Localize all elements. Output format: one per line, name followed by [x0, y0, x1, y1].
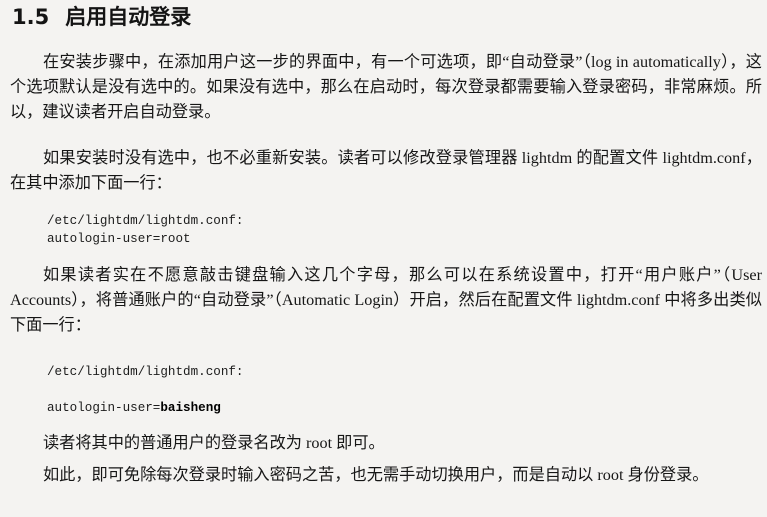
section-title: 启用自动登录 [65, 5, 192, 29]
code-block-user-path: /etc/lightdm/lightdm.conf: [47, 363, 244, 381]
code-block-root: /etc/lightdm/lightdm.conf: autologin-use… [47, 212, 244, 248]
book-page: 1.5 启用自动登录 在安装步骤中，在添加用户这一步的界面中，有一个可选项，即“… [0, 0, 767, 517]
paragraph-conclusion: 如此，即可免除每次登录时输入密码之苦，也无需手动切换用户，而是自动以 root … [43, 466, 709, 484]
paragraph-rename: 读者将其中的普通用户的登录名改为 root 即可。 [43, 434, 385, 452]
section-heading: 1.5 启用自动登录 [12, 1, 191, 31]
code-line-autologin-username: baisheng [160, 401, 221, 415]
code-block-user-autologin: autologin-user=baisheng [47, 399, 221, 417]
code-line-autologin-prefix: autologin-user= [47, 401, 161, 415]
paragraph-intro: 在安装步骤中，在添加用户这一步的界面中，有一个可选项，即“自动登录”（log i… [10, 53, 762, 121]
section-number: 1.5 [12, 5, 50, 29]
paragraph-user-accounts: 如果读者实在不愿意敲击键盘输入这几个字母，那么可以在系统设置中，打开“用户账户”… [10, 266, 762, 334]
paragraph-manual-config: 如果安装时没有选中，也不必重新安装。读者可以修改登录管理器 lightdm 的配… [10, 149, 762, 192]
code-line-path: /etc/lightdm/lightdm.conf: [47, 214, 244, 228]
code-line-path: /etc/lightdm/lightdm.conf: [47, 365, 244, 379]
code-line-autologin-root: autologin-user=root [47, 232, 191, 246]
